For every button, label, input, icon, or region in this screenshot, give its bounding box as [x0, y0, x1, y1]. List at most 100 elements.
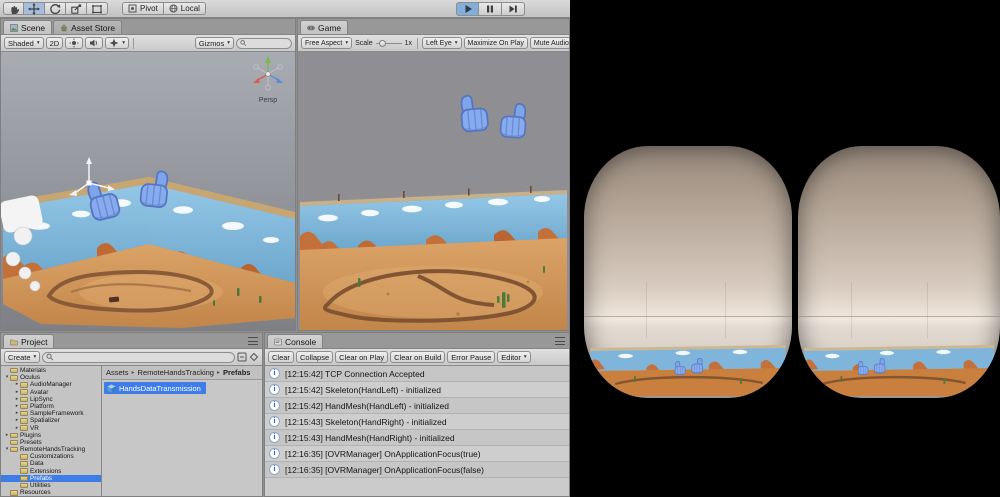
info-icon [269, 384, 280, 395]
clear-button[interactable]: Clear [268, 351, 294, 363]
error-pause-toggle[interactable]: Error Pause [447, 351, 496, 363]
project-tree-item[interactable]: ▸ AudioManager [1, 381, 101, 388]
console-log-row[interactable]: [12:16:35] [OVRManager] OnApplicationFoc… [265, 446, 569, 462]
asset-store-tab-icon [61, 24, 67, 31]
project-tree-item[interactable]: Presets [1, 439, 101, 446]
clear-on-build-toggle[interactable]: Clear on Build [390, 351, 446, 363]
console-log-row[interactable]: [12:15:42] TCP Connection Accepted [265, 366, 569, 382]
scene-viewport[interactable]: Persp [1, 52, 295, 330]
hand-tool-icon [10, 5, 19, 14]
project-tree-item[interactable]: ▸ SampleFramework [1, 410, 101, 417]
project-tree-item[interactable]: Data [1, 460, 101, 467]
scene-search-input[interactable] [248, 39, 288, 47]
info-icon [269, 448, 280, 459]
project-search-input[interactable] [55, 353, 231, 361]
clear-on-play-label: Clear on Play [339, 352, 385, 362]
move-tool-button[interactable] [24, 2, 45, 15]
scene-toolbar: Shaded 2D Gizmos [1, 35, 295, 52]
project-tree-item[interactable]: ▾ RemoteHandsTracking [1, 446, 101, 453]
panel-menu-icon[interactable] [555, 337, 565, 345]
console-log-row[interactable]: [12:15:42] HandMesh(HandLeft) - initiali… [265, 398, 569, 414]
clear-on-build-label: Clear on Build [394, 352, 442, 362]
project-tree-item[interactable]: ▸ Spatializer [1, 417, 101, 424]
tab-game[interactable]: Game [300, 20, 349, 34]
gizmos-dropdown[interactable]: Gizmos [194, 37, 234, 49]
folder-icon [10, 367, 18, 374]
rect-tool-button[interactable] [87, 2, 108, 15]
search-by-label-icon[interactable] [249, 352, 259, 362]
tab-scene[interactable]: Scene [3, 20, 53, 34]
console-log-row[interactable]: [12:15:43] Skeleton(HandRight) - initial… [265, 414, 569, 430]
scene-lighting-toggle[interactable] [65, 37, 84, 49]
collapse-toggle[interactable]: Collapse [295, 351, 334, 363]
game-render-canvas[interactable] [298, 52, 569, 330]
console-log-row[interactable]: [12:15:42] Skeleton(HandLeft) - initiali… [265, 382, 569, 398]
mute-audio-toggle[interactable]: Mute Audio [529, 37, 569, 49]
project-tree-item[interactable]: ▾ Oculus [1, 374, 101, 381]
editor-dropdown[interactable]: Editor [497, 351, 531, 363]
2d-toggle[interactable]: 2D [45, 37, 64, 49]
project-search-field[interactable] [42, 351, 235, 363]
folder-name: Oculus [20, 374, 40, 382]
breadcrumb-assets[interactable]: Assets [106, 368, 138, 377]
project-tree-item[interactable]: Extensions [1, 468, 101, 475]
project-tree-item[interactable]: ▸ VR [1, 425, 101, 432]
selected-asset-item[interactable]: HandsDataTransmission [104, 382, 206, 394]
project-tree-item[interactable]: ▸ Plugins [1, 432, 101, 439]
aspect-dropdown[interactable]: Free Aspect [301, 37, 353, 49]
wall-seam [725, 282, 727, 338]
log-message: [12:15:42] TCP Connection Accepted [285, 368, 425, 379]
effects-dropdown[interactable] [105, 37, 129, 49]
tab-asset-store[interactable]: Asset Store [53, 20, 123, 34]
step-button[interactable] [502, 2, 525, 16]
project-tree-item[interactable]: ▸ Avatar [1, 389, 101, 396]
search-by-type-icon[interactable] [237, 352, 247, 362]
local-toggle-button[interactable]: Local [163, 2, 206, 15]
folder-name: Extensions [30, 467, 62, 475]
console-log-row[interactable]: [12:15:43] HandMesh(HandRight) - initial… [265, 430, 569, 446]
create-dropdown[interactable]: Create [4, 351, 41, 363]
scene-search-field[interactable] [236, 37, 292, 49]
rotate-tool-button[interactable] [45, 2, 66, 15]
hand-tool-button[interactable] [3, 2, 24, 15]
scale-slider[interactable] [375, 38, 402, 48]
breadcrumb-remotehandstracking[interactable]: RemoteHandsTracking [138, 368, 223, 377]
console-log-row[interactable]: [12:16:35] [OVRManager] OnApplicationFoc… [265, 462, 569, 478]
panel-menu-icon[interactable] [248, 337, 258, 345]
draw-mode-dropdown[interactable]: Shaded [4, 37, 44, 49]
project-tree-item[interactable]: Prefabs [1, 474, 101, 482]
project-tree-item[interactable]: Utilities [1, 482, 101, 489]
project-tree-item[interactable]: ▸ Platform [1, 403, 101, 410]
breadcrumb-prefabs[interactable]: Prefabs [223, 368, 251, 377]
scene-right-hand[interactable] [139, 168, 171, 209]
scene-orientation-gizmo[interactable]: Persp [245, 55, 291, 104]
project-tree-item[interactable]: Materials [1, 367, 101, 374]
folder-name: Avatar [30, 388, 49, 396]
folder-name: AudioManager [30, 381, 72, 389]
project-tree-item[interactable]: Resources [1, 489, 101, 496]
projection-label[interactable]: Persp [245, 97, 291, 104]
pivot-toggle-button[interactable]: Pivot [122, 2, 164, 15]
maximize-on-play-toggle[interactable]: Maximize On Play [463, 37, 528, 49]
folder-icon [10, 490, 18, 496]
game-viewport[interactable] [298, 52, 569, 330]
scale-tool-button[interactable] [66, 2, 87, 15]
tab-project[interactable]: Project [3, 334, 55, 348]
pause-button[interactable] [479, 2, 502, 16]
game-tab-label: Game [318, 22, 342, 33]
project-tab-label: Project [21, 336, 48, 347]
scene-audio-toggle[interactable] [85, 37, 104, 49]
project-tree-item[interactable]: Customizations [1, 453, 101, 460]
folder-name: Plugins [20, 431, 41, 439]
folder-icon [20, 461, 28, 467]
display-dropdown[interactable]: Left Eye [422, 37, 462, 49]
play-button[interactable] [456, 2, 479, 16]
asset-store-tab-label: Asset Store [71, 22, 116, 33]
log-message: [12:15:43] HandMesh(HandRight) - initial… [285, 432, 455, 443]
clear-on-play-toggle[interactable]: Clear on Play [335, 351, 389, 363]
scale-slider-knob[interactable] [378, 39, 386, 47]
project-panel: Project Create ▾ Materials ▾ Oculus ▸ Au… [0, 332, 263, 497]
folder-icon [20, 389, 28, 395]
project-tree-item[interactable]: ▸ LipSync [1, 396, 101, 403]
tab-console[interactable]: Console [267, 334, 324, 348]
